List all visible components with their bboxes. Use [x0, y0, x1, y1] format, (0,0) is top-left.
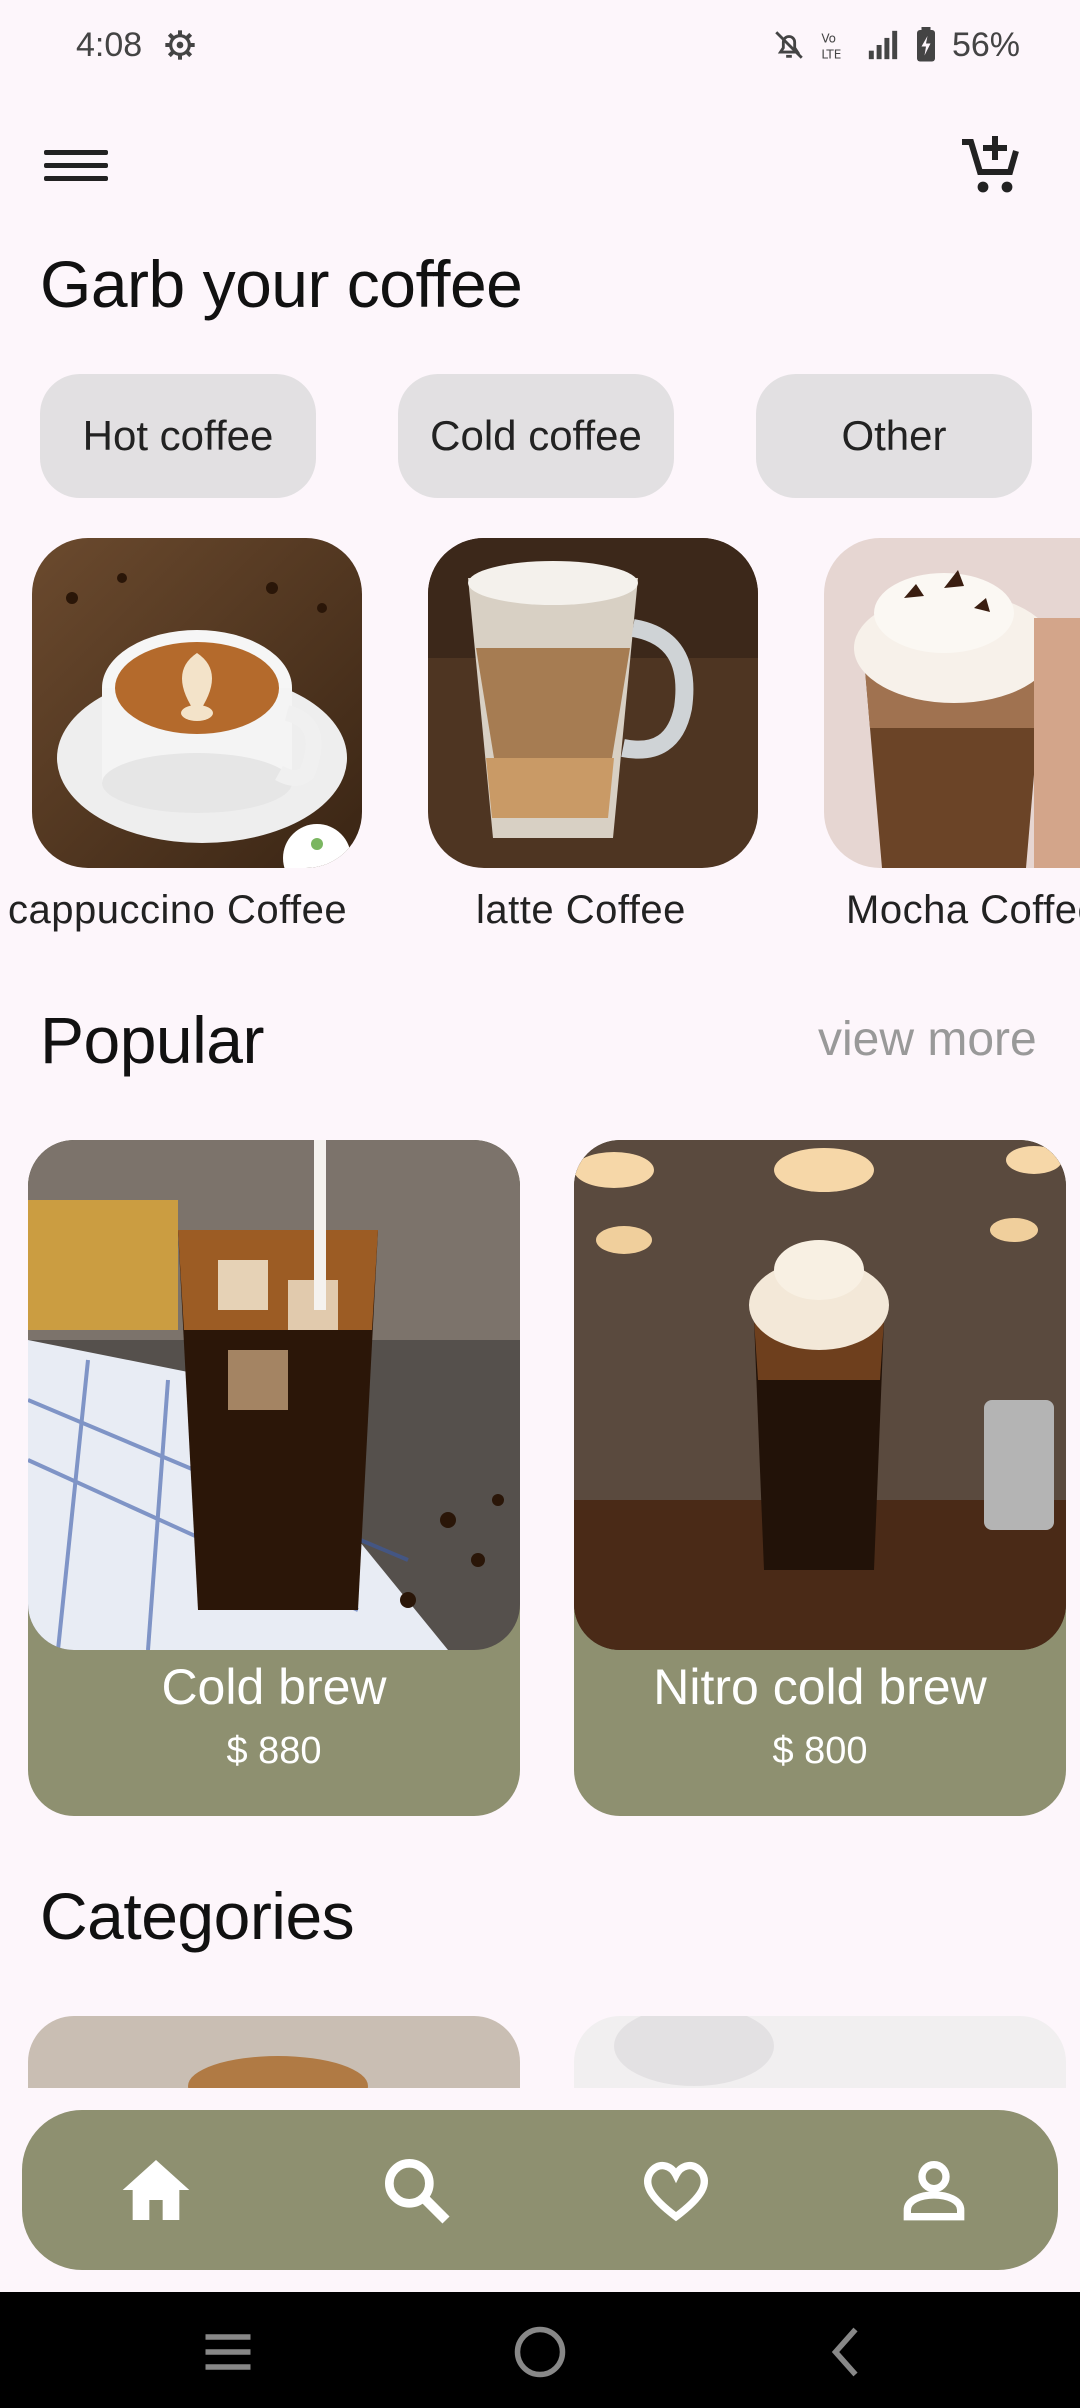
chip-other[interactable]: Other: [756, 374, 1032, 498]
cold-brew-photo: [28, 1140, 520, 1650]
recent-apps-icon[interactable]: [198, 2322, 258, 2382]
battery-percent: 56%: [951, 25, 1020, 64]
category-card[interactable]: [28, 2016, 520, 2088]
back-icon[interactable]: [818, 2322, 878, 2382]
battery-icon: [916, 27, 935, 62]
bottom-navigation: [22, 2110, 1058, 2270]
product-price: $ 880: [226, 1730, 322, 1772]
view-more-link[interactable]: view more: [818, 1012, 1037, 1067]
volte-icon: Vo LTE: [821, 31, 841, 61]
add-shopping-cart-icon[interactable]: [956, 130, 1028, 202]
coffee-type-mocha[interactable]: [824, 538, 1080, 868]
popular-card-cold-brew[interactable]: Cold brew $ 880: [28, 1140, 520, 1816]
nitro-cold-brew-photo: [574, 1140, 1066, 1650]
category-card[interactable]: [574, 2016, 1066, 2088]
signal-icon: [868, 30, 898, 60]
coffee-type-cappuccino[interactable]: [32, 538, 362, 868]
status-bar: 4:08 Vo LTE 56%: [0, 0, 1080, 90]
mute-bell-icon: [775, 31, 803, 59]
app-bar: [0, 120, 1080, 210]
product-name: Cold brew: [161, 1659, 387, 1715]
home-icon[interactable]: [116, 2150, 196, 2230]
svg-text:LTE: LTE: [821, 47, 841, 61]
favorite-icon[interactable]: [636, 2150, 716, 2230]
hamburger-menu-icon[interactable]: [44, 142, 108, 192]
coffee-type-label: Mocha Coffee: [846, 888, 1080, 932]
chip-hot-coffee[interactable]: Hot coffee: [40, 374, 316, 498]
search-icon[interactable]: [376, 2150, 456, 2230]
product-name: Nitro cold brew: [653, 1659, 987, 1715]
page-title: Garb your coffee: [40, 247, 523, 321]
profile-icon[interactable]: [894, 2150, 974, 2230]
status-time: 4:08: [76, 25, 143, 64]
coffee-type-label: cappuccino Coffee: [8, 888, 348, 932]
coffee-type-latte[interactable]: [428, 538, 758, 868]
coffee-type-label: latte Coffee: [476, 888, 686, 932]
product-price: $ 800: [772, 1730, 868, 1772]
chip-cold-coffee[interactable]: Cold coffee: [398, 374, 674, 498]
categories-title: Categories: [40, 1879, 355, 1953]
home-button-icon[interactable]: [510, 2322, 570, 2382]
settings-gear-icon: [165, 30, 195, 60]
system-navigation-bar: [0, 2292, 1080, 2408]
popular-title: Popular: [40, 1003, 265, 1077]
popular-card-nitro-cold-brew[interactable]: Nitro cold brew $ 800: [574, 1140, 1066, 1816]
svg-text:Vo: Vo: [821, 31, 836, 45]
